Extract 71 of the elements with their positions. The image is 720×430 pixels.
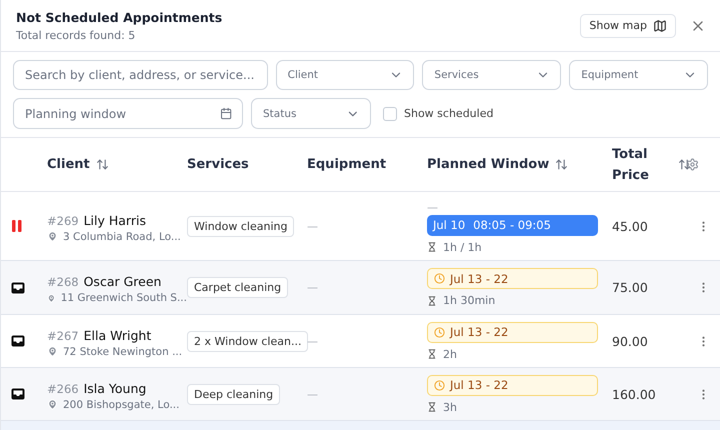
record-number: #266 <box>47 382 79 396</box>
location-pin-icon <box>47 346 58 357</box>
equipment-value: — <box>307 281 319 294</box>
equipment-value: — <box>307 220 319 232</box>
client-name: Oscar Green <box>84 274 162 289</box>
planned-window-tag: Jul 13 - 22 <box>427 374 598 396</box>
empty-value: — <box>427 200 438 214</box>
planning-window-field[interactable]: Planning window <box>13 98 243 129</box>
calendar-icon <box>220 107 232 120</box>
column-header[interactable]: Planned Window <box>427 157 568 172</box>
equipment-value: — <box>307 388 319 400</box>
hourglass-icon <box>427 402 437 412</box>
record-number: #268 <box>47 275 79 289</box>
planned-window-tag: Jul 13 - 22 <box>427 322 598 342</box>
search-field[interactable]: Search by client, address, or service... <box>13 60 268 90</box>
hourglass-icon <box>427 242 437 252</box>
clock-icon <box>434 273 445 284</box>
checkbox-label: Show scheduled <box>404 107 494 120</box>
location-pin-icon <box>47 231 58 242</box>
service-tag: Window cleaning <box>187 216 294 236</box>
service-tag: Deep cleaning <box>187 384 280 404</box>
filter-select[interactable]: Client <box>276 60 414 90</box>
client-address: 72 Stoke Newington ... <box>63 346 182 358</box>
client-name: Ella Wright <box>84 328 152 342</box>
client-name: Lily Harris <box>84 212 146 228</box>
client-name: Isla Young <box>84 380 146 396</box>
date-input[interactable]: Planning window <box>23 106 220 122</box>
total-price: 45.00 <box>612 218 648 234</box>
duration: 3h <box>443 400 457 414</box>
total-price: 90.00 <box>612 334 648 348</box>
sort-icon[interactable] <box>678 158 691 171</box>
filter-select[interactable]: Services <box>422 60 562 90</box>
record-number: #269 <box>47 214 79 228</box>
select-input[interactable]: Equipment <box>579 68 683 82</box>
record-number: #267 <box>47 328 79 342</box>
duration: 1h 30min <box>443 294 496 307</box>
select-input[interactable]: Status <box>261 106 346 120</box>
column-header[interactable]: Services <box>187 157 249 172</box>
client-address: 200 Bishopsgate, Lo... <box>63 398 180 410</box>
location-pin-icon <box>47 292 56 304</box>
hourglass-icon <box>427 296 437 306</box>
service-tag: Carpet cleaning <box>187 277 288 298</box>
hourglass-icon <box>427 349 437 359</box>
equipment-value: — <box>307 334 319 348</box>
service-tag: 2 x Window clean... <box>187 330 308 352</box>
client-address: 3 Columbia Road, Lo... <box>63 230 181 242</box>
sort-icon[interactable] <box>96 158 109 171</box>
filter-select[interactable]: Equipment <box>569 60 708 90</box>
column-header[interactable]: Client <box>47 157 109 172</box>
clock-icon <box>434 380 445 390</box>
select-input[interactable]: Services <box>432 68 536 82</box>
planned-window-tag: Jul 10 08:05 - 09:05 <box>427 214 598 236</box>
column-header[interactable]: Total Price <box>612 144 691 186</box>
show-map-button[interactable]: Show map <box>580 14 676 38</box>
records-count: Total records found: 5 <box>16 28 136 42</box>
location-pin-icon <box>47 399 58 410</box>
map-icon <box>653 18 667 32</box>
clock-icon <box>434 326 445 338</box>
client-address: 11 Greenwich South S... <box>60 292 187 304</box>
settings-icon[interactable] <box>686 158 699 171</box>
status-select[interactable]: Status <box>251 98 371 129</box>
select-input[interactable]: Client <box>286 68 390 82</box>
planned-window-tag: Jul 13 - 22 <box>427 268 598 289</box>
total-price: 160.00 <box>612 386 656 402</box>
sort-icon[interactable] <box>555 158 568 171</box>
column-header[interactable]: Equipment <box>307 157 386 172</box>
show-scheduled-checkbox[interactable] <box>383 106 397 120</box>
duration: 2h <box>443 348 457 360</box>
total-price: 75.00 <box>612 280 648 295</box>
duration: 1h / 1h <box>443 240 482 254</box>
dialog-title: Not Scheduled Appointments <box>16 10 222 24</box>
